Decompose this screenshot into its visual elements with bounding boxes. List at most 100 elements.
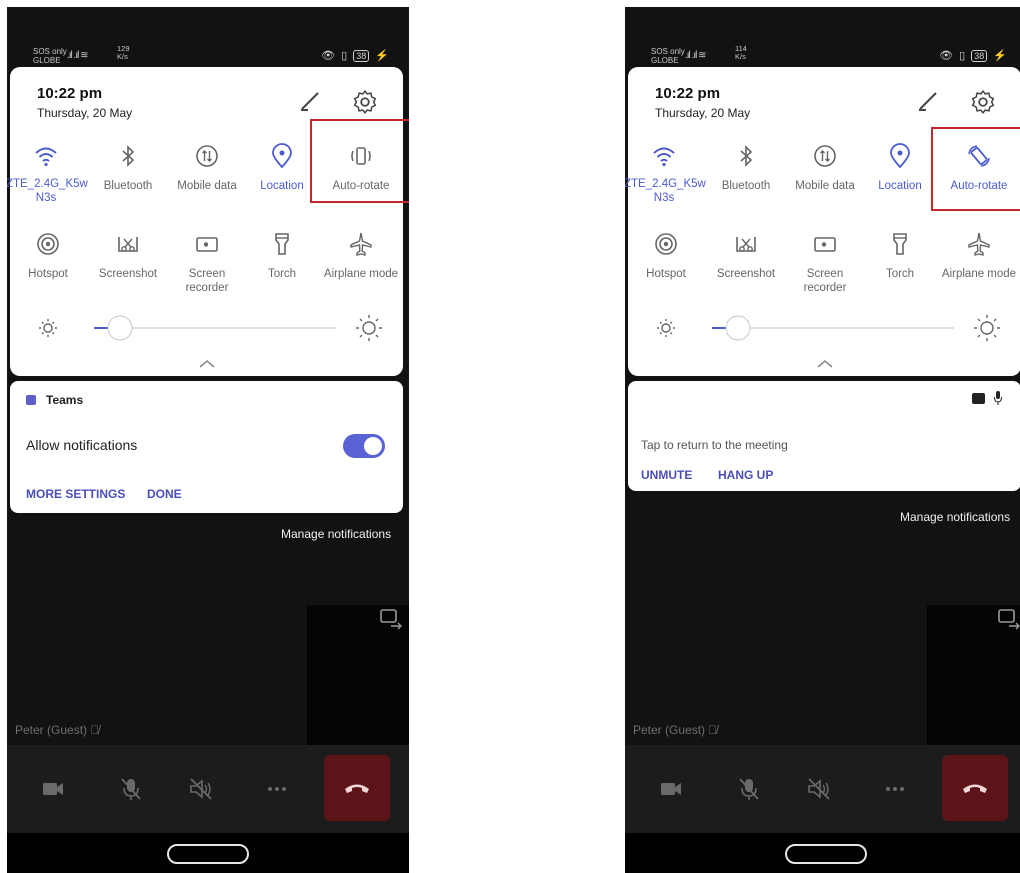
tile-label: Torch xyxy=(885,268,915,280)
edit-icon[interactable] xyxy=(298,89,322,113)
tile-hotspot[interactable]: Hotspot xyxy=(626,231,706,281)
meeting-notification-card[interactable]: Tap to return to the meeting UNMUTE HANG… xyxy=(628,381,1020,491)
chevron-up-icon[interactable] xyxy=(815,357,835,369)
tile-location[interactable]: Location xyxy=(860,143,940,193)
microphone-icon xyxy=(994,391,1002,405)
hang-up-button[interactable] xyxy=(324,755,390,821)
navigation-bar xyxy=(625,833,1020,873)
tile-bluetooth[interactable]: Bluetooth xyxy=(88,143,168,193)
tile-label: Screenshot xyxy=(98,268,158,280)
charging-icon: ⚡ xyxy=(375,50,389,62)
manage-notifications-link[interactable]: Manage notifications xyxy=(900,510,1010,524)
battery-icon: 38 xyxy=(353,50,370,62)
brightness-slider[interactable] xyxy=(36,313,386,343)
tile-label: Airplane mode xyxy=(323,268,399,280)
tile-screenshot[interactable]: Screenshot xyxy=(88,231,168,281)
hang-up-text-button[interactable]: HANG UP xyxy=(718,468,773,482)
clock-time: 10:22 pm xyxy=(655,85,721,102)
speed-unit: K/s xyxy=(117,52,128,61)
brightness-slider[interactable] xyxy=(654,313,1004,343)
hang-up-button[interactable] xyxy=(942,755,1008,821)
guest-name: Peter (Guest) 🎙̸ xyxy=(15,723,99,737)
tile-torch[interactable]: Torch xyxy=(860,231,940,281)
wifi-icon xyxy=(653,147,675,167)
done-button[interactable]: DONE xyxy=(147,487,182,501)
sos-text: SOS only xyxy=(651,47,685,56)
allow-notifications-toggle[interactable] xyxy=(343,434,385,458)
unmute-button[interactable]: UNMUTE xyxy=(641,468,692,482)
carrier-label: SOS only GLOBE xyxy=(651,47,685,65)
mobile-data-icon xyxy=(814,145,836,167)
gear-icon[interactable] xyxy=(352,89,378,115)
app-name-text: Teams xyxy=(46,393,84,407)
speaker-off-icon[interactable] xyxy=(805,775,833,803)
home-gesture-pill[interactable] xyxy=(785,844,867,864)
carrier-text: GLOBE xyxy=(651,56,679,65)
hang-up-icon xyxy=(963,784,987,793)
tile-label: Mobile data xyxy=(795,180,855,192)
more-options-icon[interactable] xyxy=(881,775,909,803)
torch-icon xyxy=(275,233,289,255)
tile-label: Airplane mode xyxy=(941,268,1017,280)
tile-screenshot[interactable]: Screenshot xyxy=(706,231,786,281)
quick-settings-panel: 10:22 pm Thursday, 20 May ZTE_2.4G_K5w N… xyxy=(625,67,1020,376)
switch-camera-icon[interactable] xyxy=(379,607,405,631)
tile-hotspot[interactable]: Hotspot xyxy=(8,231,88,281)
gear-icon[interactable] xyxy=(970,89,996,115)
vibrate-icon: ▯ xyxy=(341,50,348,62)
network-speed: 114 K/s xyxy=(735,45,747,61)
phone-screenshot-left: SOS only GLOBE .ıl .ıl ≋ 129 K/s 👁 ▯ 38 ⚡ … xyxy=(7,7,409,873)
screen-recorder-icon xyxy=(814,237,836,252)
tile-label: Torch xyxy=(267,268,297,280)
tile-label: Location xyxy=(878,180,922,192)
edit-icon[interactable] xyxy=(916,89,940,113)
video-camera-icon[interactable] xyxy=(657,775,685,803)
tile-label: Screenshot xyxy=(716,268,776,280)
hang-up-icon xyxy=(345,784,369,793)
bluetooth-icon xyxy=(122,145,135,167)
clock-date: Thursday, 20 May xyxy=(655,106,751,120)
screenshot-icon xyxy=(736,237,756,252)
camera-icon xyxy=(972,393,985,404)
torch-icon xyxy=(893,233,907,255)
tile-airplane-mode[interactable]: Airplane mode xyxy=(939,231,1019,281)
microphone-off-icon[interactable] xyxy=(735,775,763,803)
tile-mobile-data[interactable]: Mobile data xyxy=(167,143,247,193)
navigation-bar xyxy=(7,833,409,873)
manage-notifications-link[interactable]: Manage notifications xyxy=(281,527,391,541)
hotspot-icon xyxy=(37,233,59,255)
tile-bluetooth[interactable]: Bluetooth xyxy=(706,143,786,193)
notification-app-name: Teams xyxy=(26,393,83,407)
brightness-low-icon xyxy=(657,319,675,337)
tile-wifi[interactable]: ZTE_2.4G_K5w N3s xyxy=(625,143,706,205)
speaker-off-icon[interactable] xyxy=(187,775,215,803)
video-camera-icon[interactable] xyxy=(39,775,67,803)
mobile-data-icon xyxy=(196,145,218,167)
quick-settings-panel: 10:22 pm Thursday, 20 May ZTE_2.4G_K5w N… xyxy=(7,67,403,376)
microphone-off-icon[interactable] xyxy=(117,775,145,803)
guest-name: Peter (Guest) 🎙̸ xyxy=(633,723,717,737)
tile-label: Mobile data xyxy=(177,180,237,192)
switch-camera-icon[interactable] xyxy=(997,607,1020,631)
tile-screen-recorder[interactable]: Screen recorder xyxy=(785,231,865,295)
tile-airplane-mode[interactable]: Airplane mode xyxy=(321,231,401,281)
tile-wifi[interactable]: ZTE_2.4G_K5w N3s xyxy=(7,143,88,205)
tile-label: Hotspot xyxy=(28,268,68,280)
carrier-text: GLOBE xyxy=(33,56,61,65)
teams-notification-card: Teams Allow notifications MORE SETTINGS … xyxy=(10,381,403,513)
tile-mobile-data[interactable]: Mobile data xyxy=(785,143,865,193)
muted-mic-icon: 🎙̸ xyxy=(708,723,718,737)
tile-label: Screen recorder xyxy=(803,268,847,294)
chevron-up-icon[interactable] xyxy=(197,357,217,369)
status-right-icons: 👁 ▯ 38 ⚡ xyxy=(936,49,1007,62)
carrier-label: SOS only GLOBE xyxy=(33,47,67,65)
location-icon xyxy=(890,143,910,169)
tile-torch[interactable]: Torch xyxy=(242,231,322,281)
home-gesture-pill[interactable] xyxy=(167,844,249,864)
more-settings-button[interactable]: MORE SETTINGS xyxy=(26,487,125,501)
tile-screen-recorder[interactable]: Screen recorder xyxy=(167,231,247,295)
charging-icon: ⚡ xyxy=(993,50,1007,62)
vibrate-icon: ▯ xyxy=(959,50,966,62)
highlight-box-auto-rotate xyxy=(931,127,1020,211)
more-options-icon[interactable] xyxy=(263,775,291,803)
